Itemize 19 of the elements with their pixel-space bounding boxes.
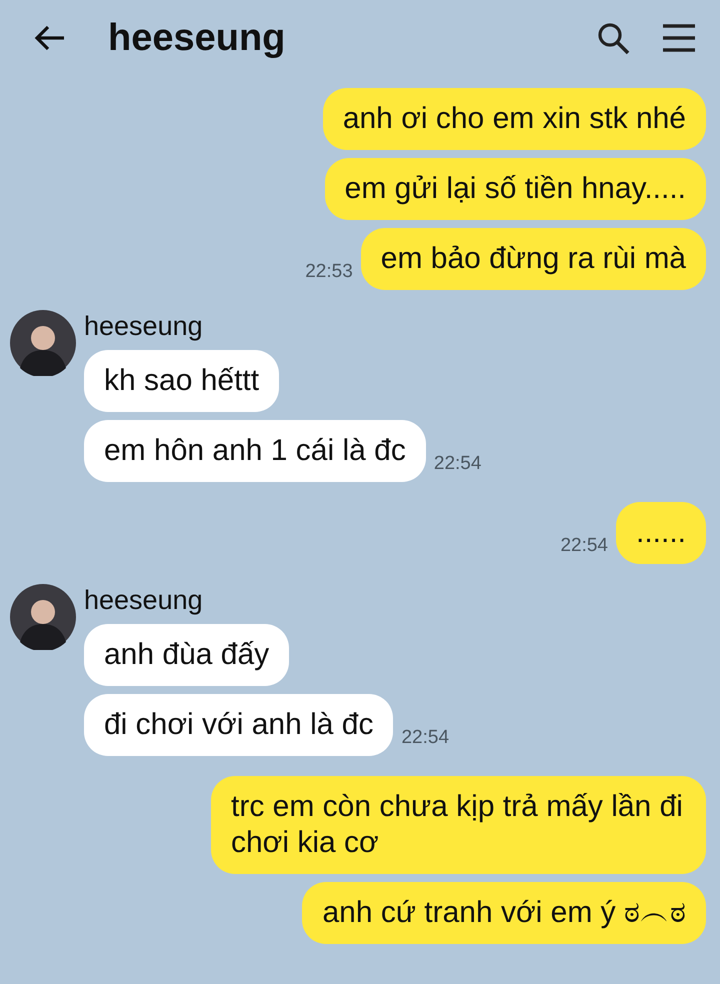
message-time: 22:53 <box>305 260 353 284</box>
message-bubble: ...... <box>616 502 706 564</box>
message-bubble: trc em còn chưa kịp trả mấy lần đi chơi kia cơ <box>211 776 706 874</box>
message-bubble: đi chơi với anh là đc <box>84 694 394 756</box>
message-bubble: em bảo đừng ra rùi mà <box>360 228 706 290</box>
message-bubble: anh ơi cho em xin stk nhé <box>322 88 706 150</box>
avatar-icon <box>10 310 76 376</box>
message-time: 22:54 <box>560 534 608 558</box>
avatar-icon <box>10 584 76 650</box>
sender-name: heeseung <box>84 584 203 616</box>
message-time: 22:54 <box>434 452 482 476</box>
sender-name: heeseung <box>84 310 203 342</box>
message-bubble: em gửi lại số tiền hnay..... <box>324 158 706 220</box>
message-bubble: kh sao hếttt <box>84 350 280 412</box>
message-bubble: anh đùa đấy <box>84 624 290 686</box>
message-time: 22:54 <box>401 726 450 750</box>
chat-title: heeseung <box>108 16 286 60</box>
message-bubble: em hôn anh 1 cái là đc <box>84 420 426 482</box>
message-bubble: anh cứ tranh với em ý ಠ︵ಠ <box>302 882 706 944</box>
